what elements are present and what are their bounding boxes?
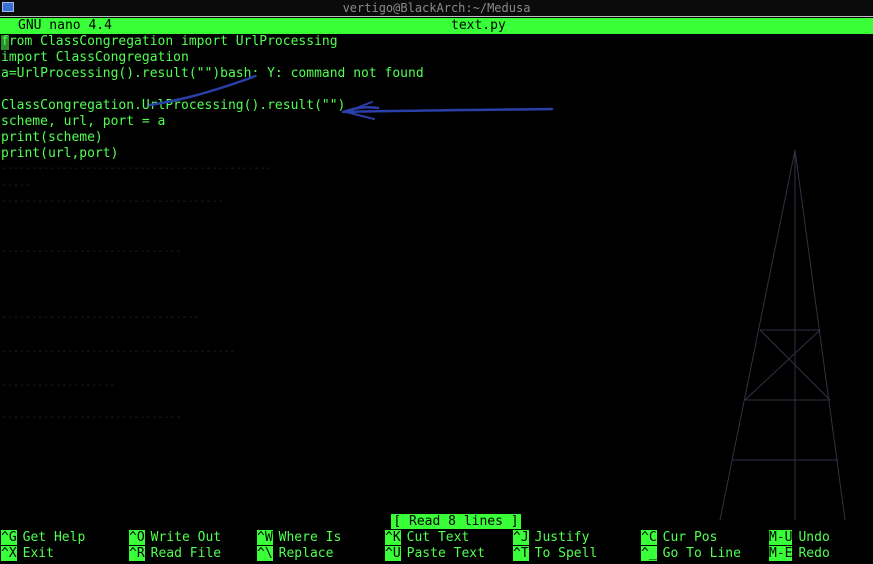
- shortcut-write-out[interactable]: ^O Write Out: [129, 530, 221, 546]
- shortcut-paste-text[interactable]: ^U Paste Text: [385, 546, 485, 562]
- shortcut-redo[interactable]: M-E Redo: [769, 546, 830, 562]
- code-line[interactable]: from ClassCongregation import UrlProcess…: [1, 34, 338, 50]
- shortcut-get-help[interactable]: ^G Get Help: [1, 530, 85, 546]
- window-title: vertigo@BlackArch:~/Medusa: [342, 1, 531, 15]
- shortcut-justify[interactable]: ^J Justify: [513, 530, 589, 546]
- shortcut-undo[interactable]: M-U Undo: [769, 530, 830, 546]
- code-line[interactable]: ClassCongregation.UrlProcessing().result…: [1, 98, 345, 114]
- code-line[interactable]: scheme, url, port = a: [1, 114, 165, 130]
- file-name: text.py: [451, 18, 506, 33]
- shortcut-cur-pos[interactable]: ^C Cur Pos: [641, 530, 717, 546]
- wallpaper-tower-graphic: [148, 74, 846, 521]
- nano-header: GNU nano 4.4 text.py: [0, 18, 873, 34]
- shortcut-where-is[interactable]: ^W Where Is: [257, 530, 341, 546]
- nano-version: GNU nano 4.4: [18, 18, 112, 33]
- annotation-arrow: [341, 105, 554, 114]
- code-line[interactable]: import ClassCongregation: [1, 50, 189, 66]
- titlebar-divider: [0, 16, 873, 17]
- shortcut-to-spell[interactable]: ^T To Spell: [513, 546, 597, 562]
- shortcut-bar: ^G Get Help ^O Write Out ^W Where Is ^K Cut …: [0, 530, 873, 564]
- shortcut-cut-text[interactable]: ^K Cut Text: [385, 530, 469, 546]
- code-line[interactable]: a=UrlProcessing().result("")bash: Y: com…: [1, 66, 424, 82]
- status-message: [ Read 8 lines ]: [391, 514, 521, 529]
- code-line[interactable]: print(url,port): [1, 146, 118, 162]
- shortcut-go-to-line[interactable]: ^_ Go To Line: [641, 546, 741, 562]
- code-line[interactable]: print(scheme): [1, 130, 103, 146]
- shortcut-replace[interactable]: ^\ Replace: [257, 546, 333, 562]
- shortcut-exit[interactable]: ^X Exit: [1, 546, 54, 562]
- window-titlebar: vertigo@BlackArch:~/Medusa: [0, 0, 873, 16]
- shortcut-read-file[interactable]: ^R Read File: [129, 546, 221, 562]
